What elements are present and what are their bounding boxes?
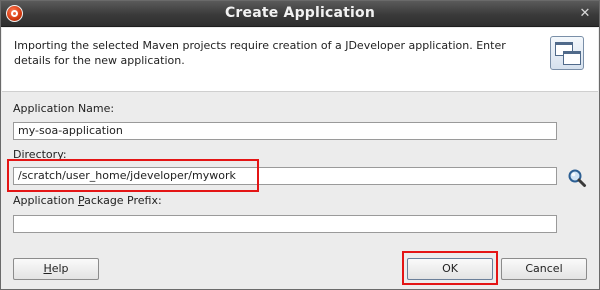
search-icon[interactable]: [567, 168, 587, 188]
windows-icon: [550, 36, 584, 70]
cancel-button[interactable]: Cancel: [501, 258, 587, 280]
title-bar[interactable]: Create Application ✕: [1, 1, 599, 27]
package-prefix-label: Application Package Prefix:: [13, 194, 162, 207]
create-application-dialog: Create Application ✕ Importing the selec…: [0, 0, 600, 290]
package-prefix-input[interactable]: [13, 215, 557, 233]
dialog-title: Create Application: [224, 5, 376, 21]
description-text: Importing the selected Maven projects re…: [14, 39, 506, 67]
application-name-label: Application Name:: [13, 102, 115, 115]
description-panel: Importing the selected Maven projects re…: [2, 28, 598, 92]
application-name-input[interactable]: my-soa-application: [13, 122, 557, 140]
help-button[interactable]: Help: [13, 258, 99, 280]
close-icon[interactable]: ✕: [577, 6, 593, 22]
directory-highlight-box: [7, 159, 259, 192]
ok-highlight-box: [402, 251, 498, 285]
